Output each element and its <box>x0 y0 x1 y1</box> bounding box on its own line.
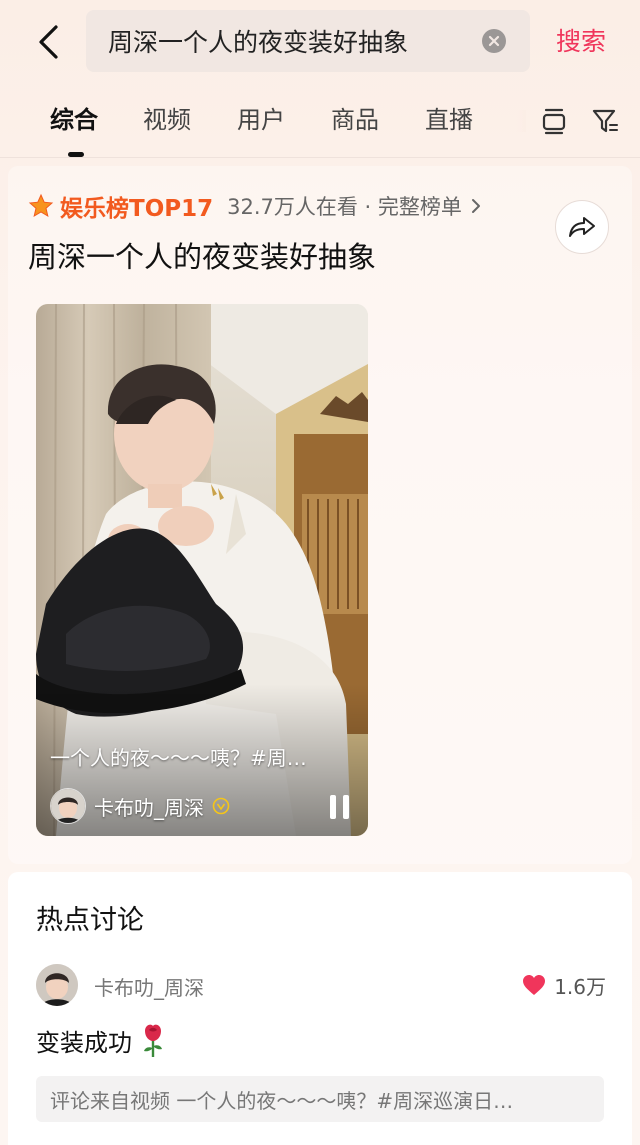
video-author-name: 卡布叻_周深 <box>94 795 204 820</box>
chevron-left-icon <box>39 25 58 59</box>
pause-icon <box>329 795 336 819</box>
like-button[interactable]: 1.6万 <box>522 970 606 1000</box>
share-button[interactable] <box>555 200 609 254</box>
pause-icon-bar <box>342 795 349 819</box>
section-title: 热点讨论 <box>36 905 144 936</box>
ranking-row[interactable]: 娱乐榜TOP17 32.7万人在看 · 完整榜单 <box>28 190 482 222</box>
search-query-text: 周深一个人的夜变装好抽象 <box>108 28 409 57</box>
ranking-meta: 32.7万人在看 · 完整榜单 <box>227 195 462 219</box>
comment-body: 变装成功 <box>36 1028 132 1057</box>
clear-search-button[interactable] <box>482 29 506 53</box>
hot-topic-title[interactable]: 周深一个人的夜变装好抽象 <box>28 234 376 276</box>
layout-toggle-icon[interactable] <box>539 106 569 136</box>
tab-users[interactable]: 用户 <box>237 102 285 138</box>
tab-products[interactable]: 商品 <box>331 102 379 138</box>
heart-icon <box>523 975 546 995</box>
pause-button[interactable] <box>326 794 352 820</box>
comment-source-link[interactable]: 评论来自视频 一个人的夜～～～咦？#周深巡演日… <box>36 1076 604 1122</box>
verified-badge-icon <box>212 797 230 815</box>
comment-text: 变装成功 <box>36 1022 168 1058</box>
comment-header: 卡布叻_周深 1.6万 <box>36 964 606 1008</box>
avatar <box>50 788 86 824</box>
result-tabs: 综合 视频 用户 商品 直播 <box>0 92 640 157</box>
tab-overflow-fade <box>516 110 526 132</box>
video-author[interactable]: 卡布叻_周深 <box>50 788 230 824</box>
tab-video[interactable]: 视频 <box>143 102 191 138</box>
tabs-divider <box>0 157 640 158</box>
avatar[interactable] <box>36 964 78 1006</box>
back-button[interactable] <box>28 22 68 62</box>
filter-icon[interactable] <box>590 106 620 136</box>
search-header: 周深一个人的夜变装好抽象 搜索 <box>0 0 640 84</box>
share-icon <box>569 217 595 237</box>
like-count: 1.6万 <box>554 974 606 999</box>
comment-source-text: 评论来自视频 一个人的夜～～～咦？#周深巡演日… <box>50 1088 514 1113</box>
tab-live[interactable]: 直播 <box>425 102 473 138</box>
video-caption: 一个人的夜～～～咦？#周… <box>50 746 307 770</box>
chevron-right-icon <box>471 199 480 213</box>
star-icon <box>28 193 54 218</box>
comment-username[interactable]: 卡布叻_周深 <box>94 972 204 1001</box>
tab-comprehensive[interactable]: 综合 <box>50 102 98 138</box>
search-input[interactable]: 周深一个人的夜变装好抽象 <box>86 10 530 72</box>
ranking-label: 娱乐榜TOP17 <box>60 196 214 222</box>
clear-circle-icon <box>488 35 500 47</box>
rose-icon <box>144 1024 162 1057</box>
video-card[interactable]: 一个人的夜～～～咦？#周… 卡布叻_周深 <box>36 304 368 836</box>
search-button[interactable]: 搜索 <box>556 22 606 62</box>
